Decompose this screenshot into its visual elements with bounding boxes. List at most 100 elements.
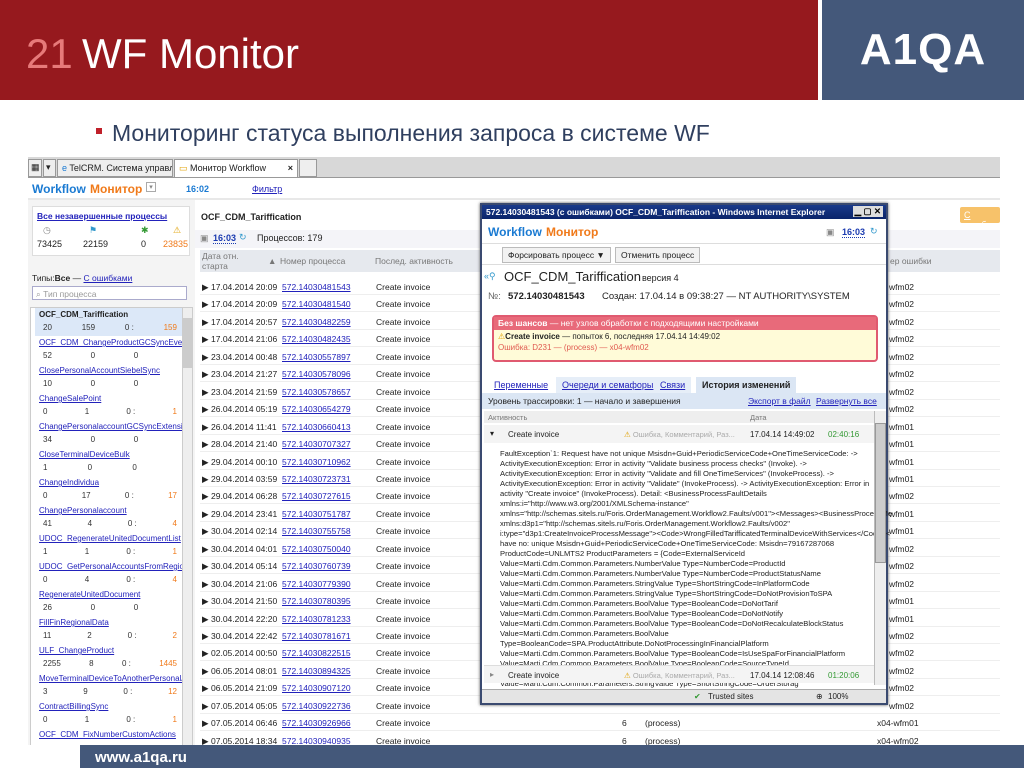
zoom-icon[interactable]: ⊕	[816, 692, 823, 701]
process-list-item[interactable]: FillFinRegionalData 11 2 0 : 2	[35, 616, 185, 644]
process-number-link[interactable]: 572.14030780395	[282, 596, 351, 606]
scrollbar-thumb[interactable]	[875, 423, 886, 563]
process-number-link[interactable]: 572.14030727615	[282, 491, 351, 501]
process-list-item[interactable]: ChangeIndividua 0 17 0 : 17	[35, 476, 185, 504]
process-name[interactable]: ClosePersonalAccountSiebelSync	[35, 364, 185, 378]
process-list-item[interactable]: OCF_CDM_Tariffication 20 159 0 : 159	[35, 308, 185, 336]
process-list-item[interactable]: ChangePersonalaccount 41 4 0 : 4	[35, 504, 185, 532]
expand-row-icon[interactable]: ▶	[202, 718, 209, 729]
tab-queues[interactable]: Очереди и семафоры	[556, 377, 660, 393]
expand-row-icon[interactable]: ▶	[202, 736, 209, 745]
process-list-item[interactable]: ChangeSalePoint 0 1 0 : 1	[35, 392, 185, 420]
refresh-icon[interactable]: ↻	[870, 226, 878, 237]
expand-row-icon[interactable]: ▶	[202, 701, 209, 712]
expand-row-icon[interactable]: ▶	[202, 648, 209, 659]
tab-history[interactable]: История изменений	[696, 377, 797, 393]
process-number-link[interactable]: 572.14030578096	[282, 369, 351, 379]
scrollbar[interactable]	[874, 411, 886, 685]
filter-link[interactable]: Фильтр	[252, 184, 282, 194]
expand-row-icon[interactable]: ▶	[202, 404, 209, 415]
snapshot-icon[interactable]: ▣	[200, 233, 209, 244]
history-entry[interactable]: ▸ Create invoice ⚠ Ошибка, Комментарий, …	[484, 665, 874, 683]
process-name[interactable]: UDOC_RegenerateUnitedDocumentList	[35, 532, 185, 546]
process-number-link[interactable]: 572.14030710962	[282, 457, 351, 467]
types-errors-link[interactable]: С ошибками	[83, 273, 132, 283]
process-list-item[interactable]: ContractBillingSync 0 1 0 : 1	[35, 700, 185, 728]
expand-row-icon[interactable]: ▶	[202, 666, 209, 677]
expand-row-icon[interactable]: ▶	[202, 317, 209, 328]
expand-row-icon[interactable]: ▶	[202, 387, 209, 398]
process-number-link[interactable]: 572.14030707327	[282, 439, 351, 449]
types-all[interactable]: Все	[55, 273, 71, 283]
expand-row-icon[interactable]: ▶	[202, 439, 209, 450]
process-number-link[interactable]: 572.14030822515	[282, 648, 351, 658]
process-list-item[interactable]: ClosePersonalAccountSiebelSync 10 0 0	[35, 364, 185, 392]
expand-row-icon[interactable]: ▶	[202, 457, 209, 468]
process-number-link[interactable]: 572.14030922736	[282, 701, 351, 711]
menu-dropdown-icon[interactable]: ▾	[146, 182, 156, 192]
process-number-link[interactable]: 572.14030781671	[282, 631, 351, 641]
tab-list-dropdown[interactable]: ▾	[43, 159, 56, 177]
process-list-item[interactable]: RegenerateUnitedDocument 26 0 0	[35, 588, 185, 616]
process-number-link[interactable]: 572.14030907120	[282, 683, 351, 693]
col-process-number[interactable]: Номер процесса	[280, 256, 345, 266]
expand-row-icon[interactable]: ▶	[202, 491, 209, 502]
process-number-link[interactable]: 572.14030940935	[282, 736, 351, 745]
process-name[interactable]: ULF_ChangeProduct	[35, 644, 185, 658]
process-name[interactable]: UDOC_GetPersonalAccountsFromRegion	[35, 560, 185, 574]
col-start-date[interactable]: Дата отн. старта	[202, 251, 252, 271]
process-name[interactable]: ChangeIndividua	[35, 476, 185, 490]
process-number-link[interactable]: 572.14030654279	[282, 404, 351, 414]
expand-row-icon[interactable]: ▶	[202, 526, 209, 537]
close-tab-icon[interactable]: ×	[288, 163, 293, 173]
process-number-link[interactable]: 572.14030481543	[282, 282, 351, 292]
expand-row-icon[interactable]: ▶	[202, 631, 209, 642]
window-controls[interactable]: ▁ ▢ ✕	[852, 206, 883, 217]
expand-icon[interactable]: ▸	[490, 670, 494, 679]
refresh-icon[interactable]: ↻	[239, 232, 247, 243]
export-link[interactable]: Экспорт в файл	[748, 396, 811, 406]
process-list-item[interactable]: OCF_CDM_FixNumberCustomActions	[35, 728, 185, 745]
col-error-server[interactable]: ер ошибки	[890, 256, 931, 266]
all-unfinished-link[interactable]: Все незавершенные процессы	[37, 211, 167, 221]
process-name[interactable]: RegenerateUnitedDocument	[35, 588, 185, 602]
process-name[interactable]: MoveTerminalDeviceToAnotherPersonalA...	[35, 672, 185, 686]
process-list-item[interactable]: ChangePersonalaccountGCSyncExtension 34 0…	[35, 420, 185, 448]
expand-row-icon[interactable]: ▶	[202, 509, 209, 520]
process-number-link[interactable]: 572.14030755758	[282, 526, 351, 536]
tab-workflow-monitor[interactable]: ▭ Монитор Workflow ×	[174, 159, 298, 177]
expand-row-icon[interactable]: ▶	[202, 579, 209, 590]
zoom-level[interactable]: 100%	[828, 692, 848, 701]
table-row[interactable]: ▶ 07.05.2014 06:46 572.14030926966 Creat…	[200, 714, 1000, 732]
process-number-link[interactable]: 572.14030482435	[282, 334, 351, 344]
process-name[interactable]: ChangeSalePoint	[35, 392, 185, 406]
tab-telcrm[interactable]: e TelCRM. Система управлен...	[57, 159, 173, 177]
expand-row-icon[interactable]: ▶	[202, 282, 209, 293]
process-name[interactable]: FillFinRegionalData	[35, 616, 185, 630]
expand-row-icon[interactable]: ▶	[202, 474, 209, 485]
process-name[interactable]: OCF_CDM_ChangeProductGCSyncEvent	[35, 336, 185, 350]
expand-row-icon[interactable]: ▶	[202, 614, 209, 625]
col-last-activity[interactable]: Послед. активность	[375, 256, 453, 266]
scrollbar-thumb[interactable]	[183, 318, 192, 368]
process-list-item[interactable]: ULF_ChangeProduct 2255 8 0 : 1445	[35, 644, 185, 672]
process-name[interactable]: ChangePersonalaccount	[35, 504, 185, 518]
process-number-link[interactable]: 572.14030751787	[282, 509, 351, 519]
process-number-link[interactable]: 572.14030482259	[282, 317, 351, 327]
cancel-process-button[interactable]: Отменить процесс	[615, 247, 701, 263]
tab-variables[interactable]: Переменные	[488, 377, 555, 393]
expand-row-icon[interactable]: ▶	[202, 299, 209, 310]
table-row[interactable]: ▶ 07.05.2014 18:34 572.14030940935 Creat…	[200, 732, 1000, 745]
snapshot-icon[interactable]: ▣	[826, 227, 835, 238]
expand-row-icon[interactable]: ▶	[202, 544, 209, 555]
process-number-link[interactable]: 572.14030781233	[282, 614, 351, 624]
expand-row-icon[interactable]: ▶	[202, 596, 209, 607]
process-list-item[interactable]: OCF_CDM_ChangeProductGCSyncEvent 52 0 0	[35, 336, 185, 364]
refresh-time[interactable]: 16:03	[842, 227, 866, 238]
expand-row-icon[interactable]: ▶	[202, 683, 209, 694]
process-number-link[interactable]: 572.14030578657	[282, 387, 351, 397]
expand-row-icon[interactable]: ▶	[202, 369, 209, 380]
refresh-time[interactable]: 16:03	[213, 233, 237, 244]
force-process-button[interactable]: Форсировать процесс ▼	[502, 247, 611, 263]
new-tab-button[interactable]	[299, 159, 317, 177]
